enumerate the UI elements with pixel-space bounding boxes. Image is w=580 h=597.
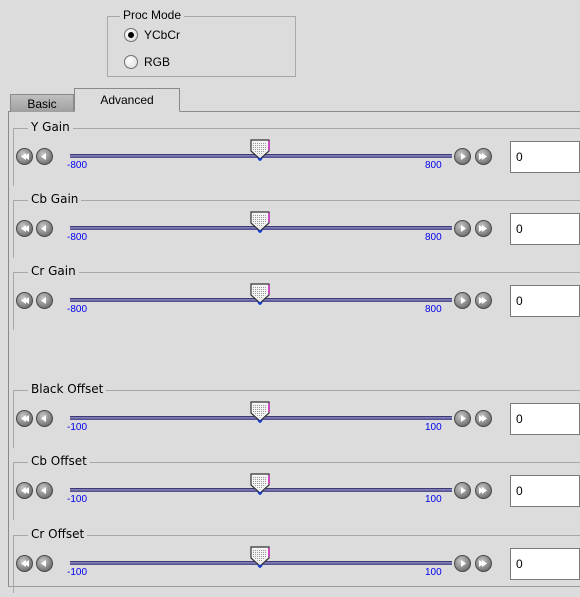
- decrement-icon[interactable]: [36, 482, 53, 499]
- radio-ycbcr-button[interactable]: [124, 28, 138, 42]
- cb-offset-max-label: 100: [425, 494, 442, 505]
- slider-thumb-icon[interactable]: [249, 473, 271, 496]
- y-gain-min-label: -800: [67, 160, 88, 171]
- cb-offset-value-field[interactable]: 0: [510, 475, 580, 507]
- cb-gain-min-label: -800: [67, 232, 88, 243]
- control-panel: Proc Mode YCbCr RGB Basic Advanced Y Gai…: [0, 0, 580, 597]
- fast-increment-icon[interactable]: [475, 410, 492, 427]
- radio-rgb-label[interactable]: RGB: [144, 55, 170, 69]
- slider-thumb-icon[interactable]: [249, 401, 271, 424]
- proc-mode-group: Proc Mode YCbCr RGB: [107, 8, 296, 77]
- y-gain-group: Y Gain -800 800 0: [13, 120, 580, 186]
- black-offset-max-label: 100: [425, 422, 442, 433]
- increment-icon[interactable]: [454, 410, 471, 427]
- cb-gain-value-field[interactable]: 0: [510, 213, 580, 245]
- fast-decrement-icon[interactable]: [16, 555, 33, 572]
- slider-thumb-icon[interactable]: [249, 139, 271, 162]
- black-offset-min-label: -100: [67, 422, 88, 433]
- decrement-icon[interactable]: [36, 220, 53, 237]
- decrement-icon[interactable]: [36, 148, 53, 165]
- cr-gain-max-label: 800: [425, 304, 442, 315]
- y-gain-value-field[interactable]: 0: [510, 141, 580, 173]
- decrement-icon[interactable]: [36, 292, 53, 309]
- slider-thumb-icon[interactable]: [249, 283, 271, 306]
- fast-decrement-icon[interactable]: [16, 292, 33, 309]
- cr-gain-label: Cr Gain: [28, 264, 79, 278]
- fast-decrement-icon[interactable]: [16, 410, 33, 427]
- radio-ycbcr-label[interactable]: YCbCr: [144, 28, 180, 42]
- cb-offset-min-label: -100: [67, 494, 88, 505]
- fast-increment-icon[interactable]: [475, 555, 492, 572]
- black-offset-value-field[interactable]: 0: [510, 403, 580, 435]
- fast-increment-icon[interactable]: [475, 148, 492, 165]
- decrement-icon[interactable]: [36, 555, 53, 572]
- increment-icon[interactable]: [454, 482, 471, 499]
- fast-increment-icon[interactable]: [475, 292, 492, 309]
- cr-gain-group: Cr Gain -800 800 0: [13, 264, 580, 330]
- cr-offset-group: Cr Offset -100 100 0: [13, 527, 580, 593]
- proc-mode-legend: Proc Mode: [120, 8, 185, 22]
- tab-basic[interactable]: Basic: [10, 94, 74, 112]
- tab-panel-border: [8, 112, 9, 587]
- y-gain-label: Y Gain: [28, 120, 73, 134]
- y-gain-max-label: 800: [425, 160, 442, 171]
- radio-ycbcr[interactable]: YCbCr: [124, 28, 180, 42]
- slider-thumb-icon[interactable]: [249, 546, 271, 569]
- fast-decrement-icon[interactable]: [16, 148, 33, 165]
- tab-advanced[interactable]: Advanced: [74, 88, 180, 112]
- radio-rgb-button[interactable]: [124, 55, 138, 69]
- fast-increment-icon[interactable]: [475, 482, 492, 499]
- increment-icon[interactable]: [454, 220, 471, 237]
- fast-decrement-icon[interactable]: [16, 220, 33, 237]
- fast-increment-icon[interactable]: [475, 220, 492, 237]
- cr-offset-label: Cr Offset: [28, 527, 88, 541]
- fast-decrement-icon[interactable]: [16, 482, 33, 499]
- cb-gain-group: Cb Gain -800 800 0: [13, 192, 580, 258]
- cb-gain-label: Cb Gain: [28, 192, 82, 206]
- increment-icon[interactable]: [454, 148, 471, 165]
- cr-offset-value-field[interactable]: 0: [510, 548, 580, 580]
- cb-offset-group: Cb Offset -100 100 0: [13, 454, 580, 520]
- increment-icon[interactable]: [454, 292, 471, 309]
- decrement-icon[interactable]: [36, 410, 53, 427]
- cr-offset-min-label: -100: [67, 567, 88, 578]
- slider-thumb-icon[interactable]: [249, 211, 271, 234]
- cr-offset-max-label: 100: [425, 567, 442, 578]
- increment-icon[interactable]: [454, 555, 471, 572]
- cb-offset-label: Cb Offset: [28, 454, 90, 468]
- radio-rgb[interactable]: RGB: [124, 55, 170, 69]
- cb-gain-max-label: 800: [425, 232, 442, 243]
- black-offset-group: Black Offset -100 100 0: [13, 382, 580, 448]
- black-offset-label: Black Offset: [28, 382, 107, 396]
- cr-gain-value-field[interactable]: 0: [510, 285, 580, 317]
- cr-gain-min-label: -800: [67, 304, 88, 315]
